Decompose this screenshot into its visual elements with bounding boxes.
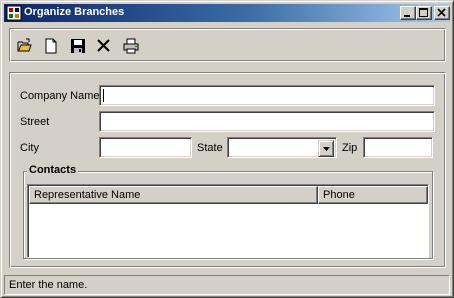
- street-label: Street: [20, 116, 50, 128]
- contacts-list[interactable]: Representative Name Phone: [27, 184, 429, 258]
- state-combobox[interactable]: [227, 137, 337, 158]
- app-icon[interactable]: [6, 5, 22, 21]
- printer-icon: [123, 38, 139, 54]
- column-header-label: Representative Name: [34, 189, 141, 201]
- minimize-button[interactable]: [400, 6, 416, 20]
- zip-input[interactable]: [363, 137, 433, 158]
- main-window: Organize Branches Company Name Street Ci…: [0, 0, 454, 298]
- new-button[interactable]: [40, 35, 62, 57]
- text-caret: [103, 89, 104, 102]
- company-name-input[interactable]: [99, 85, 435, 106]
- print-button[interactable]: [120, 35, 142, 57]
- window-title: Organize Branches: [24, 6, 125, 18]
- title-bar[interactable]: Organize Branches: [4, 4, 450, 22]
- street-input[interactable]: [99, 111, 435, 132]
- city-label: City: [20, 142, 39, 154]
- state-label: State: [197, 142, 223, 154]
- state-dropdown-button[interactable]: [318, 140, 334, 157]
- open-button[interactable]: [14, 35, 36, 57]
- chevron-down-icon: [323, 147, 330, 151]
- close-button[interactable]: [434, 6, 450, 20]
- save-button[interactable]: [67, 35, 89, 57]
- zip-label: Zip: [342, 142, 358, 154]
- status-bar: Enter the name.: [4, 275, 450, 295]
- contacts-title: Contacts: [27, 164, 79, 176]
- company-name-label: Company Name: [20, 90, 100, 102]
- close-icon: [437, 8, 446, 17]
- column-header-representative-name[interactable]: Representative Name: [29, 186, 318, 204]
- maximize-button[interactable]: [416, 6, 432, 20]
- maximize-icon: [419, 8, 428, 17]
- column-header-phone[interactable]: Phone: [318, 186, 428, 204]
- delete-button[interactable]: [93, 35, 115, 57]
- column-header-label: Phone: [323, 189, 355, 201]
- new-document-icon: [45, 38, 57, 54]
- save-disk-icon: [71, 39, 85, 53]
- toolbar: [9, 28, 446, 62]
- status-text: Enter the name.: [9, 279, 88, 291]
- city-input[interactable]: [99, 137, 192, 158]
- delete-x-icon: [97, 39, 110, 52]
- open-folder-icon: [17, 38, 32, 52]
- minimize-icon: [404, 15, 410, 17]
